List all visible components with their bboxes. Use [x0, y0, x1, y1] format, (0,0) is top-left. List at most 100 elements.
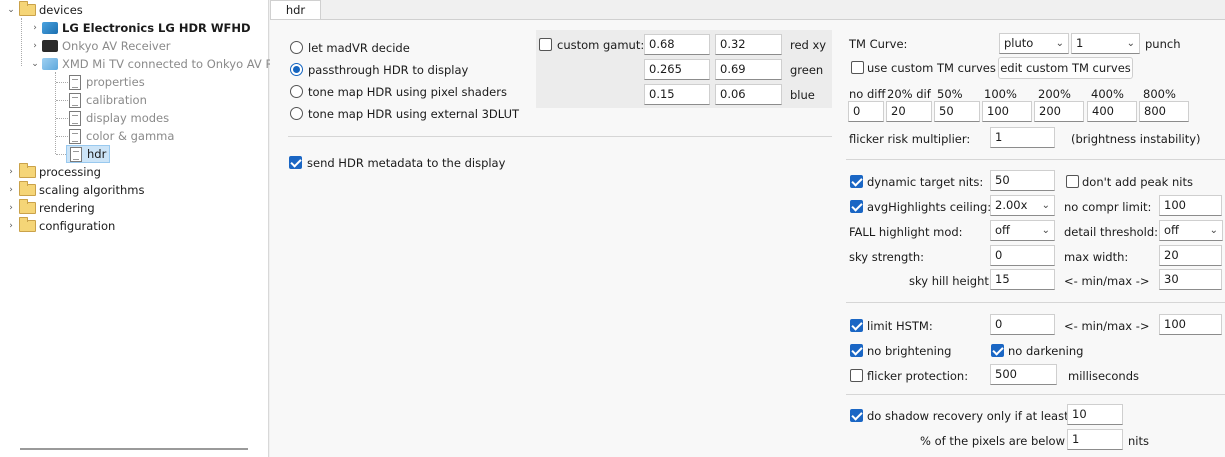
blue-label: blue: [790, 88, 815, 102]
fall-highlight-mod-select[interactable]: off ⌄: [990, 220, 1055, 241]
radio-passthrough-hdr[interactable]: [290, 63, 303, 76]
tree-item-properties[interactable]: properties: [68, 73, 145, 91]
shadow-recovery-label: do shadow recovery only if at least: [867, 409, 1069, 423]
expand-icon[interactable]: ›: [6, 167, 16, 177]
tree-item-calibration[interactable]: calibration: [68, 91, 147, 109]
limit-hstm-checkbox[interactable]: [850, 319, 863, 332]
curve-value-input[interactable]: 50: [934, 101, 980, 122]
expand-icon[interactable]: ›: [6, 185, 16, 195]
display-icon: [42, 58, 58, 70]
send-hdr-metadata-checkbox[interactable]: [289, 156, 302, 169]
tree-item-processing[interactable]: › processing: [6, 163, 101, 181]
tree-item-onkyo[interactable]: › Onkyo AV Receiver: [30, 37, 171, 55]
curve-value-input[interactable]: 200: [1034, 101, 1084, 122]
pixels-below-label: % of the pixels are below: [920, 434, 1065, 448]
edit-custom-tm-curves-button[interactable]: edit custom TM curves: [998, 57, 1133, 79]
flicker-protection-checkbox[interactable]: [850, 369, 863, 382]
document-icon: [69, 92, 81, 108]
chevron-down-icon: ⌄: [1126, 38, 1135, 49]
no-darkening-checkbox[interactable]: [991, 344, 1004, 357]
flicker-protection-input[interactable]: 500: [990, 364, 1057, 385]
folder-icon: [19, 181, 36, 196]
curve-value-input[interactable]: 800: [1139, 101, 1189, 122]
curve-value-input[interactable]: 0: [848, 101, 884, 122]
detail-threshold-select[interactable]: off ⌄: [1159, 220, 1223, 241]
limit-hstm-max-input[interactable]: 100: [1159, 314, 1222, 335]
shadow-recovery-nits-input[interactable]: 1: [1067, 429, 1123, 450]
red-xy-label: red xy: [790, 38, 827, 52]
tree-label: Onkyo AV Receiver: [62, 39, 171, 53]
no-compr-limit-input[interactable]: 100: [1159, 195, 1222, 216]
document-icon: [69, 74, 81, 90]
tree-item-xmd[interactable]: ⌄ XMD Mi TV connected to Onkyo AV R.: [30, 55, 276, 73]
no-darkening-label: no darkening: [1008, 344, 1084, 358]
flicker-risk-input[interactable]: 1: [990, 127, 1055, 148]
tree-item-configuration[interactable]: › configuration: [6, 217, 115, 235]
green-x-input[interactable]: 0.265: [644, 59, 710, 80]
flicker-risk-note: (brightness instability): [1071, 132, 1201, 146]
curve-value-input[interactable]: 100: [982, 101, 1032, 122]
tm-curve-select[interactable]: pluto ⌄: [999, 33, 1069, 54]
green-y-input[interactable]: 0.69: [715, 59, 782, 80]
expand-icon[interactable]: ›: [30, 23, 40, 33]
collapse-icon[interactable]: ⌄: [30, 59, 40, 69]
no-brightening-checkbox[interactable]: [850, 344, 863, 357]
punch-select[interactable]: 1 ⌄: [1071, 33, 1140, 54]
tree-item-hdr[interactable]: hdr: [66, 145, 111, 163]
tree-label: color & gamma: [86, 129, 175, 143]
radio-label: passthrough HDR to display: [308, 63, 469, 77]
blue-y-input[interactable]: 0.06: [715, 84, 782, 105]
collapse-icon[interactable]: ⌄: [6, 5, 16, 15]
min-max-label: <- min/max ->: [1064, 274, 1150, 288]
tree-item-devices[interactable]: ⌄ devices: [6, 1, 83, 19]
radio-let-madvr-decide[interactable]: [290, 41, 303, 54]
no-brightening-label: no brightening: [867, 344, 952, 358]
tab-hdr[interactable]: hdr: [270, 0, 321, 20]
tree-item-display-modes[interactable]: display modes: [68, 109, 169, 127]
curve-value-input[interactable]: 20: [886, 101, 932, 122]
limit-hstm-min-input[interactable]: 0: [990, 314, 1055, 335]
red-y-input[interactable]: 0.32: [715, 34, 782, 55]
curve-value-input[interactable]: 400: [1087, 101, 1137, 122]
use-custom-tm-curves-checkbox[interactable]: [851, 61, 864, 74]
blue-x-input[interactable]: 0.15: [644, 84, 710, 105]
folder-icon: [19, 199, 36, 214]
shadow-recovery-checkbox[interactable]: [850, 409, 863, 422]
sky-hill-height-label: sky hill height:: [909, 274, 993, 288]
radio-tone-map-pixel-shaders[interactable]: [290, 85, 303, 98]
avghighlights-ceiling-checkbox[interactable]: [850, 200, 863, 213]
dynamic-target-nits-input[interactable]: 50: [990, 170, 1055, 191]
expand-icon[interactable]: ›: [6, 203, 16, 213]
tree-item-scaling[interactable]: › scaling algorithms: [6, 181, 145, 199]
curve-header: 800%: [1143, 87, 1176, 101]
min-max-label: <- min/max ->: [1064, 319, 1150, 333]
horizontal-scrollbar[interactable]: [20, 448, 248, 450]
avghighlights-ceiling-value: 2.00x: [995, 198, 1028, 212]
tree-label: devices: [39, 3, 83, 17]
expand-icon[interactable]: ›: [30, 41, 40, 51]
document-icon: [69, 110, 81, 126]
folder-icon: [19, 1, 36, 16]
custom-gamut-checkbox[interactable]: [539, 38, 552, 51]
milliseconds-label: milliseconds: [1068, 369, 1139, 383]
max-width-input[interactable]: 20: [1159, 245, 1222, 266]
punch-value: 1: [1076, 36, 1084, 50]
radio-tone-map-3dlut[interactable]: [290, 107, 303, 120]
tree-label: hdr: [87, 147, 107, 161]
nits-label: nits: [1128, 434, 1149, 448]
shadow-recovery-percent-input[interactable]: 10: [1067, 404, 1123, 425]
tab-label: hdr: [285, 3, 306, 17]
tree-item-lg[interactable]: › LG Electronics LG HDR WFHD: [30, 19, 250, 37]
avghighlights-ceiling-select[interactable]: 2.00x ⌄: [990, 195, 1055, 216]
sky-hill-height-min-input[interactable]: 15: [990, 269, 1055, 290]
tm-curve-value: pluto: [1004, 36, 1034, 50]
red-x-input[interactable]: 0.68: [644, 34, 710, 55]
sky-strength-label: sky strength:: [849, 250, 925, 264]
expand-icon[interactable]: ›: [6, 221, 16, 231]
sky-strength-input[interactable]: 0: [990, 245, 1055, 266]
dynamic-target-nits-checkbox[interactable]: [850, 175, 863, 188]
dont-add-peak-nits-checkbox[interactable]: [1066, 175, 1079, 188]
tree-item-rendering[interactable]: › rendering: [6, 199, 95, 217]
sky-hill-height-max-input[interactable]: 30: [1159, 269, 1222, 290]
tree-item-color-gamma[interactable]: color & gamma: [68, 127, 174, 145]
